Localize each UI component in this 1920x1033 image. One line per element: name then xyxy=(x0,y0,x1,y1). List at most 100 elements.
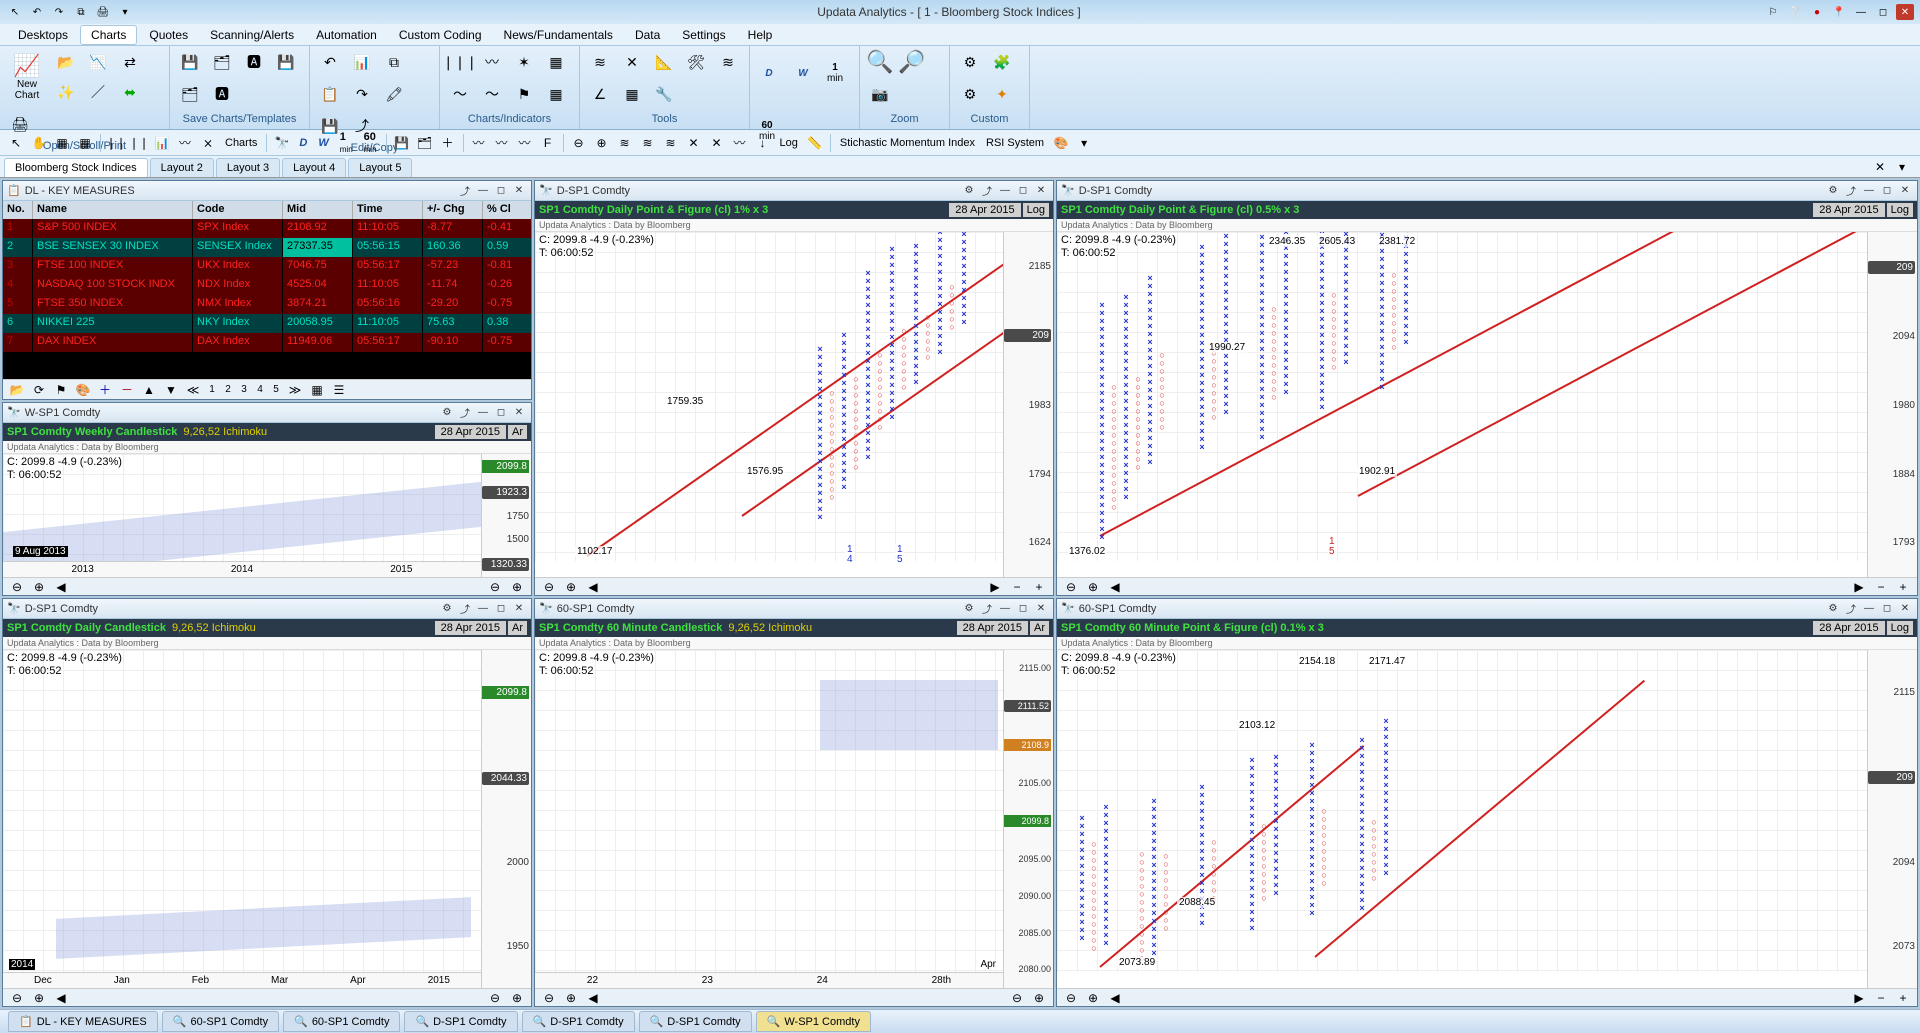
zoom-in-icon[interactable]: 🔍 xyxy=(866,48,894,76)
plus-icon[interactable]: + xyxy=(1029,577,1049,597)
paste-icon[interactable]: 📋 xyxy=(316,80,344,108)
save2-icon[interactable]: 💾 xyxy=(272,48,300,76)
pin-icon[interactable]: 📍 xyxy=(1830,4,1848,20)
zoom-out2-icon[interactable]: ⊖ xyxy=(485,577,505,597)
km-open-icon[interactable]: 📂 xyxy=(7,380,27,400)
tb-palette-icon[interactable]: 🎨 xyxy=(1051,133,1071,153)
copy-icon[interactable]: ⧉ xyxy=(72,4,90,20)
menu-coding[interactable]: Custom Coding xyxy=(389,26,492,44)
tools-icon[interactable]: 🛠 xyxy=(682,48,710,76)
redo-icon[interactable]: ↷ xyxy=(50,4,68,20)
zoom-in-icon[interactable]: ⊕ xyxy=(29,988,49,1008)
zigzag-icon[interactable]: 〰 xyxy=(478,48,506,76)
tb-binoculars-icon[interactable]: 🔭 xyxy=(272,133,292,153)
wave-icon[interactable]: 〜 xyxy=(446,80,474,108)
km-flag-icon[interactable]: ⚑ xyxy=(51,380,71,400)
camera-icon[interactable]: 📷 xyxy=(866,80,894,108)
custom4-icon[interactable]: ✦ xyxy=(988,80,1016,108)
zoom-out-icon[interactable]: ⊖ xyxy=(539,988,559,1008)
zoom-out-icon[interactable]: ⊖ xyxy=(7,988,27,1008)
open-icon[interactable]: 📂 xyxy=(52,48,80,76)
gear-icon[interactable]: ⚙ xyxy=(1825,184,1841,198)
tb-save-icon[interactable]: 💾 xyxy=(392,133,412,153)
close-icon[interactable]: ✕ xyxy=(511,602,527,616)
star-icon[interactable]: ✶ xyxy=(510,48,538,76)
tb-hand-icon[interactable]: ✋ xyxy=(29,133,49,153)
arrows-icon[interactable]: ⇄ xyxy=(116,48,144,76)
flag-icon[interactable]: ⚐ xyxy=(1764,4,1782,20)
min-icon[interactable]: — xyxy=(1861,602,1877,616)
cross-icon[interactable]: ✕ xyxy=(618,48,646,76)
candles-icon[interactable]: 📊 xyxy=(348,48,376,76)
grid2-icon[interactable]: ▦ xyxy=(542,80,570,108)
tb-template-icon[interactable]: 🗂 xyxy=(415,133,435,153)
menu-settings[interactable]: Settings xyxy=(672,26,735,44)
grid-icon[interactable]: ▦ xyxy=(542,48,570,76)
min-icon[interactable]: — xyxy=(475,406,491,420)
share-icon[interactable]: ⤴ xyxy=(979,602,995,616)
wrench-icon[interactable]: 🔧 xyxy=(650,80,678,108)
undo2-icon[interactable]: ↶ xyxy=(316,48,344,76)
table-row[interactable]: 3FTSE 100 INDEXUKX Index7046.7505:56:17-… xyxy=(3,257,531,276)
save-template-icon[interactable]: 🗂 xyxy=(208,48,236,76)
tb-hatch2-icon[interactable]: ≋ xyxy=(638,133,658,153)
auto-icon[interactable]: 🅰 xyxy=(240,48,268,76)
trend-icon[interactable]: 📐 xyxy=(650,48,678,76)
share-icon[interactable]: ⤴ xyxy=(457,602,473,616)
scroll-left-icon[interactable]: ◀ xyxy=(583,577,603,597)
bottom-tab[interactable]: 🔍W-SP1 Comdty xyxy=(756,1011,871,1032)
tb-1min[interactable]: 1min xyxy=(336,131,357,155)
tb-zoomin-icon[interactable]: ⊕ xyxy=(592,133,612,153)
min-icon[interactable]: — xyxy=(1861,184,1877,198)
zoom-out-icon[interactable]: ⊖ xyxy=(539,577,559,597)
custom2-icon[interactable]: 🧩 xyxy=(988,48,1016,76)
flag2-icon[interactable]: ⚑ xyxy=(510,80,538,108)
tb-hatch3-icon[interactable]: ≋ xyxy=(661,133,681,153)
undo-icon[interactable]: ↶ xyxy=(28,4,46,20)
layout-dd-icon[interactable]: ▾ xyxy=(1892,157,1912,177)
km-page-1[interactable]: 1 xyxy=(205,384,219,395)
scroll-icon[interactable]: 📉 xyxy=(84,48,112,76)
tb-wave2-icon[interactable]: 〰 xyxy=(492,133,512,153)
menu-help[interactable]: Help xyxy=(738,26,783,44)
tb-log[interactable]: Log xyxy=(776,137,802,149)
table-row[interactable]: 5FTSE 350 INDEXNMX Index3874.2105:56:16-… xyxy=(3,295,531,314)
record-icon[interactable]: ● xyxy=(1808,4,1826,20)
menu-quotes[interactable]: Quotes xyxy=(139,26,198,44)
table-row[interactable]: 7DAX INDEXDAX Index11949.0605:56:17-90.1… xyxy=(3,333,531,352)
share-icon[interactable]: ⤴ xyxy=(979,184,995,198)
print-icon[interactable]: 🖨 xyxy=(94,4,112,20)
hatch2-icon[interactable]: ≋ xyxy=(714,48,742,76)
zoom-out2-icon[interactable]: ⊖ xyxy=(485,988,505,1008)
share-icon[interactable]: ⤴ xyxy=(1843,184,1859,198)
angle-icon[interactable]: ∠ xyxy=(586,80,614,108)
calendar-icon[interactable]: ▦ xyxy=(618,80,646,108)
scroll-left-icon[interactable]: ◀ xyxy=(1105,577,1125,597)
tb-hatch-icon[interactable]: ≋ xyxy=(615,133,635,153)
max-icon[interactable]: ◻ xyxy=(1879,602,1895,616)
close-icon[interactable]: ✕ xyxy=(1896,4,1914,20)
tb-grid2-icon[interactable]: ▦ xyxy=(75,133,95,153)
km-first-icon[interactable]: ≪ xyxy=(183,380,203,400)
max-icon[interactable]: ◻ xyxy=(1015,184,1031,198)
tb-candle-icon[interactable]: ❘❘ xyxy=(106,133,126,153)
share-icon[interactable]: ⤴ xyxy=(1843,602,1859,616)
tb-down-icon[interactable]: ↓ xyxy=(753,133,773,153)
close-icon[interactable]: ✕ xyxy=(1033,602,1049,616)
scroll-right-icon[interactable]: ▶ xyxy=(1849,577,1869,597)
zoom-in2-icon[interactable]: ⊕ xyxy=(1029,988,1049,1008)
bottom-tab[interactable]: 🔍60-SP1 Comdty xyxy=(162,1011,279,1032)
bottom-tab[interactable]: 🔍D-SP1 Comdty xyxy=(522,1011,635,1032)
help-icon[interactable]: ❔ xyxy=(1786,4,1804,20)
tb-zig-icon[interactable]: 〰 xyxy=(175,133,195,153)
gear-icon[interactable]: ⚙ xyxy=(1825,602,1841,616)
scroll-right-icon[interactable]: ▶ xyxy=(1849,988,1869,1008)
minus-icon[interactable]: − xyxy=(1871,988,1891,1008)
zoom-out-icon[interactable]: 🔎 xyxy=(898,48,926,76)
tf-1min[interactable]: 1min xyxy=(824,48,846,98)
swap-icon[interactable]: ⬌ xyxy=(116,78,144,106)
km-plus-icon[interactable]: ＋ xyxy=(95,380,115,400)
menu-news[interactable]: News/Fundamentals xyxy=(494,26,623,44)
tb-f-icon[interactable]: F xyxy=(538,133,558,153)
menu-charts[interactable]: Charts xyxy=(80,25,137,45)
